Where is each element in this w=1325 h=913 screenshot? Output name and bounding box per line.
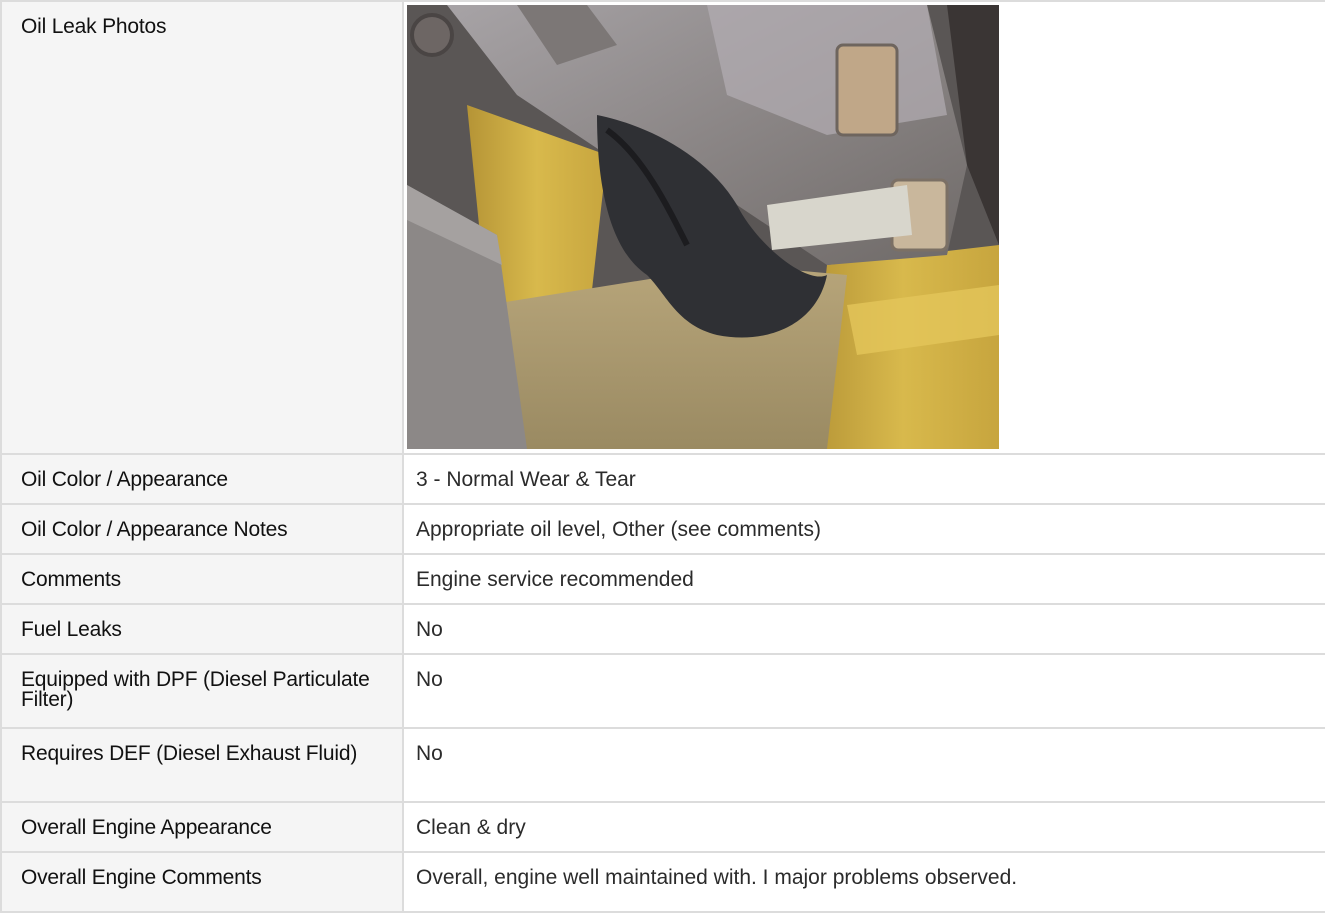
field-label: Oil Leak Photos [0, 0, 404, 455]
field-value: 3 - Normal Wear & Tear [403, 453, 1325, 505]
row-engine-appearance: Overall Engine Appearance Clean & dry [0, 801, 1325, 853]
field-value: Clean & dry [403, 801, 1325, 853]
row-fuel-leaks: Fuel Leaks No [0, 603, 1325, 655]
field-value: No [403, 727, 1325, 803]
field-value: Overall, engine well maintained with. I … [403, 851, 1325, 913]
inspection-table: Oil Leak Photos Oil Color / Appearance 3… [0, 0, 1325, 913]
oil-leak-photo[interactable] [407, 5, 999, 449]
row-oil-color: Oil Color / Appearance 3 - Normal Wear &… [0, 453, 1325, 505]
field-label: Comments [0, 553, 404, 605]
field-label: Overall Engine Appearance [0, 801, 404, 853]
field-label: Equipped with DPF (Diesel Particulate Fi… [0, 653, 404, 729]
row-engine-comments: Overall Engine Comments Overall, engine … [0, 851, 1325, 913]
field-value-photo [403, 0, 1325, 455]
row-oil-color-notes: Oil Color / Appearance Notes Appropriate… [0, 503, 1325, 555]
field-label: Oil Color / Appearance [0, 453, 404, 505]
field-label: Requires DEF (Diesel Exhaust Fluid) [0, 727, 404, 803]
row-def: Requires DEF (Diesel Exhaust Fluid) No [0, 727, 1325, 803]
row-oil-leak-photos: Oil Leak Photos [0, 0, 1325, 455]
field-label: Overall Engine Comments [0, 851, 404, 913]
field-value: Engine service recommended [403, 553, 1325, 605]
field-value: Appropriate oil level, Other (see commen… [403, 503, 1325, 555]
field-value: No [403, 603, 1325, 655]
row-dpf: Equipped with DPF (Diesel Particulate Fi… [0, 653, 1325, 729]
field-label: Fuel Leaks [0, 603, 404, 655]
row-comments: Comments Engine service recommended [0, 553, 1325, 605]
field-label: Oil Color / Appearance Notes [0, 503, 404, 555]
field-value: No [403, 653, 1325, 729]
